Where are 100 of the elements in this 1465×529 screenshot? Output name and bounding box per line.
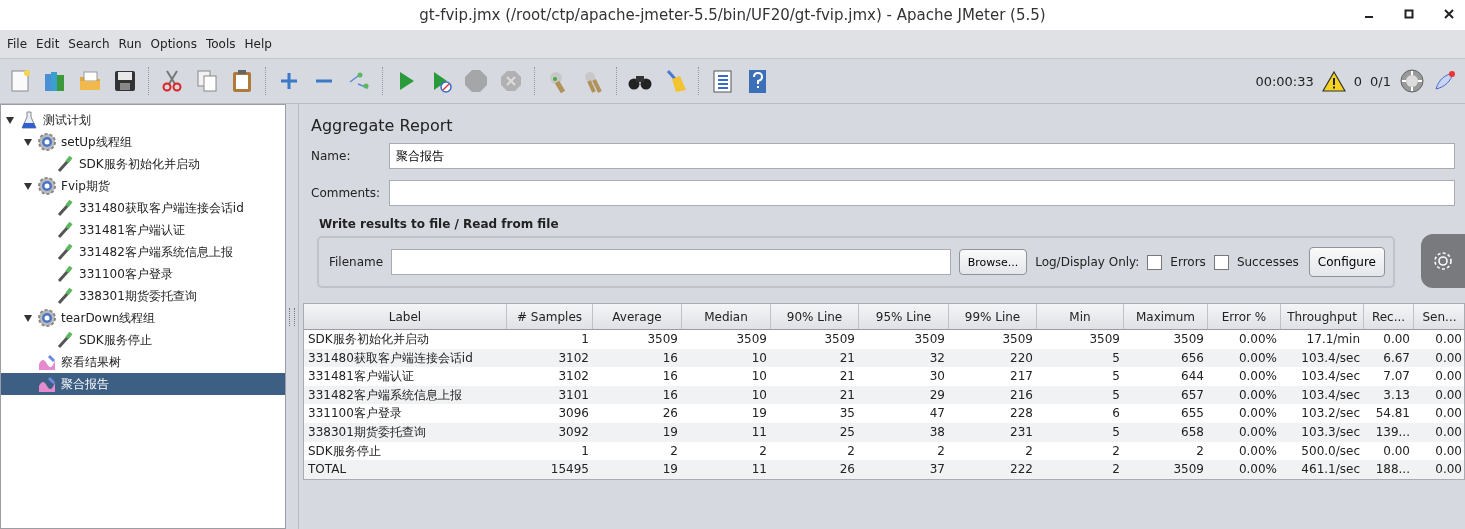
gear-icon bbox=[37, 132, 57, 152]
table-cell-text: 0.00% bbox=[1237, 423, 1278, 441]
table-cell-text: 222 bbox=[1009, 461, 1034, 479]
table-cell-text: 5 bbox=[1111, 368, 1121, 386]
table-cell-text: 47 bbox=[928, 405, 946, 423]
menu-item[interactable]: Tools bbox=[205, 37, 236, 51]
column-header[interactable]: Average bbox=[593, 304, 682, 329]
table-cell-text: 10 bbox=[750, 368, 768, 386]
tree-item[interactable]: SDK服务停止 bbox=[1, 329, 285, 351]
column-header[interactable]: Maximum bbox=[1124, 304, 1208, 329]
menu-item[interactable]: Search bbox=[68, 37, 110, 51]
table-cell-text: 0.00% bbox=[1237, 331, 1278, 348]
pipette-icon bbox=[55, 330, 75, 350]
menu-item[interactable]: Options bbox=[150, 37, 197, 51]
pipette-icon bbox=[55, 286, 75, 306]
table-cell-text: 2 bbox=[1111, 461, 1121, 479]
feather-icon[interactable] bbox=[1433, 69, 1457, 93]
browse-button[interactable]: Browse... bbox=[958, 249, 1028, 275]
tree-item[interactable]: setUp线程组 bbox=[1, 131, 285, 153]
table-cell-text: 10 bbox=[750, 386, 768, 404]
table-cell-text: 7.07 bbox=[1382, 368, 1411, 386]
column-header[interactable]: 99% Line bbox=[949, 304, 1037, 329]
expanded-arrow-icon[interactable] bbox=[23, 137, 33, 147]
tree-item[interactable]: 331480获取客户端连接会话id bbox=[1, 197, 285, 219]
name-field[interactable]: 聚合报告 bbox=[389, 143, 1455, 169]
table-cell-text: SDK服务初始化并启动 bbox=[307, 331, 430, 348]
checkbox[interactable] bbox=[1213, 254, 1229, 270]
table-cell-text: 16 bbox=[661, 349, 679, 367]
table-cell-text: 0.00 bbox=[1434, 405, 1463, 423]
column-header[interactable]: Median bbox=[682, 304, 771, 329]
tree-item[interactable]: 聚合报告 bbox=[1, 373, 285, 395]
checkbox[interactable] bbox=[1147, 254, 1163, 270]
table-cell-text: 21 bbox=[838, 386, 856, 404]
tree-item[interactable]: SDK服务初始化并启动 bbox=[1, 153, 285, 175]
tree-item[interactable]: tearDown线程组 bbox=[1, 307, 285, 329]
table-cell-text: 15495 bbox=[549, 461, 590, 479]
table-cell-text: 5 bbox=[1111, 423, 1121, 441]
table-cell-text: 5 bbox=[1111, 349, 1121, 367]
comments-label: Comments: bbox=[311, 186, 382, 200]
table-cell-text: 220 bbox=[1009, 349, 1034, 367]
remote-icon[interactable] bbox=[1399, 68, 1425, 94]
filename-field[interactable] bbox=[391, 249, 951, 275]
expanded-arrow-icon[interactable] bbox=[23, 313, 33, 323]
comments-field[interactable] bbox=[389, 180, 1455, 206]
table-cell-text: 103.4/sec bbox=[1300, 349, 1361, 367]
thread-count: 0/1 bbox=[1370, 73, 1391, 89]
table-cell-text: 10 bbox=[750, 349, 768, 367]
table-cell-text: 5 bbox=[1111, 386, 1121, 404]
column-header[interactable]: Throughput bbox=[1281, 304, 1364, 329]
table-cell-text: 3.13 bbox=[1382, 386, 1411, 404]
tree-item[interactable]: 331482客户端系统信息上报 bbox=[1, 241, 285, 263]
maximize-icon[interactable] bbox=[1403, 8, 1415, 20]
table-cell-text: 0.00% bbox=[1237, 349, 1278, 367]
column-header[interactable]: Sen... bbox=[1414, 304, 1465, 329]
tree-item[interactable]: Fvip期货 bbox=[1, 175, 285, 197]
table-cell-text: 500.0/sec bbox=[1300, 442, 1361, 460]
tree-item[interactable]: 331100客户登录 bbox=[1, 263, 285, 285]
tree-label: SDK服务初始化并启动 bbox=[79, 155, 200, 173]
expanded-arrow-icon[interactable] bbox=[23, 181, 33, 191]
tree-item[interactable]: 测试计划 bbox=[1, 109, 285, 131]
menu-item[interactable]: Edit bbox=[36, 37, 60, 51]
column-header[interactable]: 90% Line bbox=[771, 304, 859, 329]
table-cell-text: 2 bbox=[1024, 442, 1034, 460]
filename-label: Filename bbox=[329, 255, 384, 269]
tree-item[interactable]: 338301期货委托查询 bbox=[1, 285, 285, 307]
column-header[interactable]: # Samples bbox=[507, 304, 593, 329]
tree-label: 338301期货委托查询 bbox=[79, 287, 197, 305]
close-icon[interactable] bbox=[1443, 8, 1455, 20]
settings-icon[interactable] bbox=[1421, 234, 1465, 288]
checkbox-label: Successes bbox=[1236, 255, 1299, 269]
tree-item[interactable]: 331481客户端认证 bbox=[1, 219, 285, 241]
table-cell-text: 26 bbox=[838, 461, 856, 479]
table-cell-text: 38 bbox=[928, 423, 946, 441]
table-cell-text: 0.00 bbox=[1434, 386, 1463, 404]
menu-item[interactable]: Help bbox=[244, 37, 272, 51]
tree-label: 测试计划 bbox=[43, 111, 91, 129]
tree-label: tearDown线程组 bbox=[61, 309, 156, 327]
configure-button[interactable]: Configure bbox=[1308, 247, 1385, 277]
pipette-icon bbox=[55, 242, 75, 262]
tree-label: 331482客户端系统信息上报 bbox=[79, 243, 233, 261]
pipette-icon bbox=[55, 198, 75, 218]
column-header[interactable]: Min bbox=[1037, 304, 1124, 329]
column-header[interactable]: 95% Line bbox=[859, 304, 949, 329]
table-cell-text: 35 bbox=[838, 405, 856, 423]
tree-label: setUp线程组 bbox=[61, 133, 132, 151]
table-cell-text: 19 bbox=[661, 423, 679, 441]
log-label: Log/Display Only: bbox=[1035, 255, 1140, 269]
table-cell-text: 0.00 bbox=[1434, 349, 1463, 367]
table-cell-text: 16 bbox=[661, 368, 679, 386]
menu-item[interactable]: Run bbox=[118, 37, 142, 51]
column-header[interactable]: Rec... bbox=[1364, 304, 1414, 329]
table-cell-text: 21 bbox=[838, 368, 856, 386]
menu-item[interactable]: File bbox=[7, 37, 28, 51]
warning-icon[interactable] bbox=[1321, 70, 1346, 92]
column-header[interactable]: Error % bbox=[1208, 304, 1281, 329]
column-header[interactable]: Label bbox=[304, 304, 507, 329]
tree-item[interactable]: 察看结果树 bbox=[1, 351, 285, 373]
expanded-arrow-icon[interactable] bbox=[5, 115, 15, 125]
table-cell-text: 228 bbox=[1009, 405, 1034, 423]
tree-label: SDK服务停止 bbox=[79, 331, 152, 349]
